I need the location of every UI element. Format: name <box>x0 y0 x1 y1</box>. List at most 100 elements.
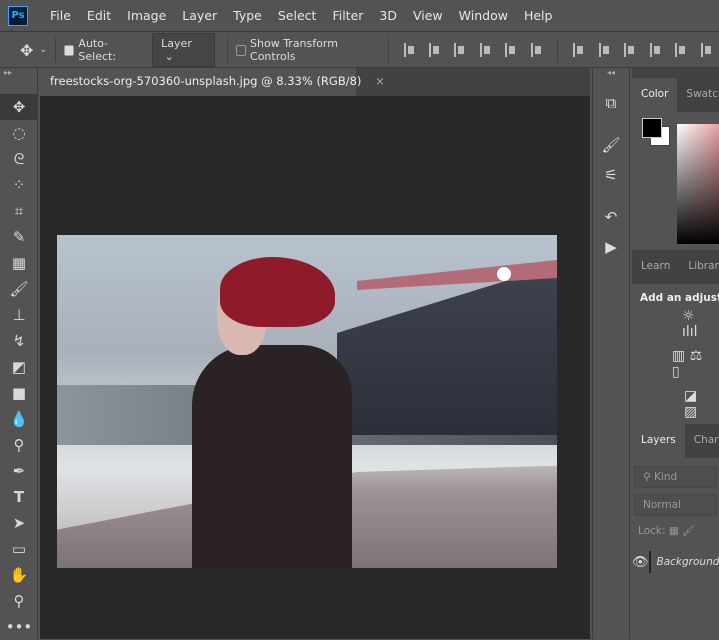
menu-window[interactable]: Window <box>451 8 516 23</box>
move-tool-icon[interactable]: ✥ <box>20 41 33 60</box>
collapse-panels-icon[interactable]: ◂◂ <box>593 68 629 82</box>
tab-layers[interactable]: Layers <box>632 424 685 458</box>
show-transform-checkbox[interactable] <box>235 44 247 56</box>
lock-row: Lock: ▦ 🖌 <box>632 524 719 537</box>
tool-preset-chevron-icon[interactable]: ⌄ <box>39 45 47 55</box>
bridge <box>337 265 557 435</box>
menu-filter[interactable]: Filter <box>324 8 371 23</box>
foreground-color-swatch-top[interactable] <box>642 118 662 138</box>
dodge-tool-icon[interactable]: ⚲ <box>0 432 38 458</box>
menu-help[interactable]: Help <box>516 8 561 23</box>
brightness-icon[interactable]: ☼ ılıl <box>640 308 711 340</box>
align-right-icon[interactable] <box>530 43 542 57</box>
color-picker-field[interactable] <box>677 124 719 244</box>
layers-panel-tabs: Layers Channels <box>632 424 719 458</box>
balance-icon[interactable]: ▥ ⚖ ▯ <box>640 348 711 380</box>
adjustments-title: Add an adjustment <box>640 292 719 304</box>
healing-tool-icon[interactable]: ▦ <box>0 250 38 276</box>
blur-tool-icon[interactable]: 💧 <box>0 406 38 432</box>
rectangle-tool-icon[interactable]: ▭ <box>0 536 38 562</box>
red-hair <box>220 257 335 327</box>
hand-tool-icon[interactable]: ✋ <box>0 562 38 588</box>
eyedropper-tool-icon[interactable]: ✎ <box>0 224 38 250</box>
3d-icon[interactable]: ⧉ <box>593 88 629 118</box>
photoshop-logo: Ps <box>8 5 28 26</box>
layer-row-background[interactable]: 👁 Background <box>632 545 719 579</box>
history-icon[interactable]: ↶ <box>593 202 629 232</box>
align-bottom-icon[interactable] <box>454 43 465 57</box>
crop-tool-icon[interactable]: ⌗ <box>0 198 38 224</box>
tab-libraries[interactable]: Libraries <box>679 250 719 284</box>
document-image[interactable] <box>57 235 557 568</box>
invert-icon[interactable]: ◪ ▨ <box>640 388 711 420</box>
auto-select-target-dropdown[interactable]: Layer ⌄ <box>152 33 215 67</box>
visibility-eye-icon[interactable]: 👁 <box>632 555 649 570</box>
color-panel-tabs: Color Swatches <box>632 78 719 112</box>
distribute-left-icon[interactable] <box>649 43 661 57</box>
right-panels: Color Swatches Learn Libraries Add an ad… <box>632 68 719 639</box>
align-left-icon[interactable] <box>479 43 491 57</box>
eraser-tool-icon[interactable]: ◩ <box>0 354 38 380</box>
document-tab[interactable]: freestocks-org-570360-unsplash.jpg @ 8.3… <box>40 68 385 96</box>
distribute-top-icon[interactable] <box>573 43 584 57</box>
path-select-tool-icon[interactable]: ➤ <box>0 510 38 536</box>
gradient-tool-icon[interactable]: ■ <box>0 380 38 406</box>
panel-icon-column: ◂◂ ⧉ 🖌 ⚟ ↶ ▶ <box>592 68 630 639</box>
lock-label: Lock: <box>638 525 666 537</box>
menu-bar: Ps File Edit Image Layer Type Select Fil… <box>0 0 719 32</box>
tab-color[interactable]: Color <box>632 78 678 112</box>
zoom-tool-icon[interactable]: ⚲ <box>0 588 38 614</box>
show-transform-label: Show Transform Controls <box>250 37 338 63</box>
marquee-tool-icon[interactable]: ◌ <box>0 120 38 146</box>
lock-paint-icon[interactable]: 🖌 <box>682 525 695 537</box>
options-bar: ✥ ⌄ Auto-Select: Layer ⌄ Show Transform … <box>0 33 719 68</box>
quick-select-tool-icon[interactable]: ⁘ <box>0 172 38 198</box>
actions-play-icon[interactable]: ▶ <box>593 232 629 262</box>
light <box>497 267 511 281</box>
filter-value: Kind <box>654 471 678 483</box>
align-vcenter-icon[interactable] <box>428 43 440 57</box>
more-tools-icon[interactable]: ••• <box>0 614 38 640</box>
tab-learn[interactable]: Learn <box>632 250 679 284</box>
distribute-vcenter-icon[interactable] <box>598 43 610 57</box>
distribute-hcenter-icon[interactable] <box>675 43 686 57</box>
dropdown-value: Layer <box>161 37 192 50</box>
menu-edit[interactable]: Edit <box>79 8 119 23</box>
layer-filter-dropdown[interactable]: ⚲ Kind <box>634 466 717 488</box>
layer-thumbnail <box>648 551 651 573</box>
blend-mode-value: Normal <box>643 499 681 511</box>
layer-name: Background <box>656 556 719 568</box>
tab-swatches[interactable]: Swatches <box>677 78 719 112</box>
distribute-right-icon[interactable] <box>700 43 712 57</box>
tools-panel: ▸▸ ✥ ◌ ᘓ ⁘ ⌗ ✎ ▦ 🖌 ⊥ ↯ ◩ ■ 💧 ⚲ ✒ T ➤ ▭ ✋… <box>0 68 38 639</box>
menu-type[interactable]: Type <box>225 8 270 23</box>
collapse-icon[interactable]: ▸▸ <box>0 68 37 78</box>
history-brush-tool-icon[interactable]: ↯ <box>0 328 38 354</box>
color-panel <box>632 112 719 244</box>
move-tool-icon[interactable]: ✥ <box>0 94 38 120</box>
menu-3d[interactable]: 3D <box>371 8 405 23</box>
menu-select[interactable]: Select <box>270 8 325 23</box>
align-top-icon[interactable] <box>403 43 415 57</box>
menu-layer[interactable]: Layer <box>174 8 225 23</box>
stamp-tool-icon[interactable]: ⊥ <box>0 302 38 328</box>
pen-tool-icon[interactable]: ✒ <box>0 458 38 484</box>
menu-file[interactable]: File <box>42 8 79 23</box>
close-tab-icon[interactable]: × <box>375 74 385 88</box>
align-hcenter-icon[interactable] <box>505 43 516 57</box>
distribute-bottom-icon[interactable] <box>624 43 635 57</box>
tab-channels[interactable]: Channels <box>685 424 719 458</box>
blend-mode-dropdown[interactable]: Normal <box>634 494 717 516</box>
brush-tool-icon[interactable]: 🖌 <box>0 276 38 302</box>
menu-view[interactable]: View <box>405 8 451 23</box>
brush-settings-icon[interactable]: 🖌 <box>593 130 629 160</box>
adjustments-panel: Add an adjustment ☼ ılıl ▥ ⚖ ▯ ◪ ▨ <box>632 284 719 424</box>
auto-select-label: Auto-Select: <box>78 37 117 63</box>
auto-select-checkbox[interactable] <box>63 44 75 56</box>
menu-image[interactable]: Image <box>119 8 174 23</box>
lasso-tool-icon[interactable]: ᘓ <box>0 146 38 172</box>
properties-icon[interactable]: ⚟ <box>593 160 629 190</box>
lock-pixels-icon[interactable]: ▦ <box>669 525 679 537</box>
type-tool-icon[interactable]: T <box>0 484 38 510</box>
document-title: freestocks-org-570360-unsplash.jpg @ 8.3… <box>50 74 362 88</box>
